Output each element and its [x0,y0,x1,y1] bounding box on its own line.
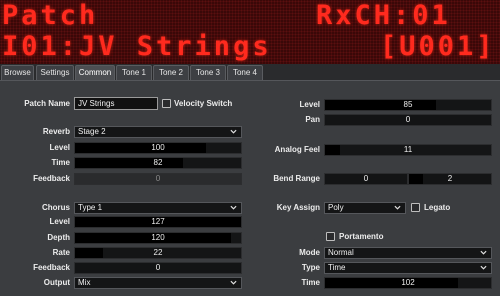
chorus-level-value: 127 [151,217,165,226]
pan-slider[interactable]: 0 [324,114,492,126]
tab-tone-1[interactable]: Tone 1 [116,65,152,80]
chevron-down-icon [230,129,237,134]
chorus-level-slider[interactable]: 127 [74,216,242,228]
reverb-feedback-value: 0 [155,174,161,183]
tab-common[interactable]: Common [75,65,115,80]
reverb-level-value: 100 [151,143,165,152]
bend-range-label: Bend Range [273,174,320,183]
analog-feel-label: Analog Feel [274,145,320,154]
chorus-rate-slider[interactable]: 22 [74,247,242,259]
key-assign-value: Poly [328,203,344,212]
reverb-type-select[interactable]: Stage 2 [74,126,242,138]
chorus-output-value: Mix [78,278,91,287]
patch-name-value: JV Strings [78,99,115,108]
chorus-level-label: Level [49,217,70,226]
level-value: 85 [403,100,413,109]
display-patch-number: [U001] [380,31,496,62]
chevron-down-icon [480,250,487,255]
chevron-down-icon [230,280,237,285]
portamento-type-select[interactable]: Time [324,262,492,274]
chorus-output-label: Output [43,278,70,287]
bend-range-up-field[interactable]: 2 [408,173,492,185]
tab-bar: Browse Settings Common Tone 1 Tone 2 Ton… [0,64,500,80]
mode-label: Mode [299,248,320,257]
level-label: Level [299,100,320,109]
bend-range-down-field[interactable]: 0 [324,173,408,185]
reverb-label: Reverb [42,127,70,136]
bend-range-down-value: 0 [363,174,369,183]
bend-range-up-value: 2 [447,174,453,183]
tab-settings[interactable]: Settings [36,65,74,80]
level-slider[interactable]: 85 [324,99,492,111]
patch-name-input[interactable]: JV Strings [74,97,158,110]
reverb-time-slider[interactable]: 82 [74,157,242,169]
reverb-type-value: Stage 2 [78,127,106,136]
tab-browse[interactable]: Browse [1,65,34,80]
reverb-feedback-slider[interactable]: 0 [74,173,242,185]
portamento-checkbox[interactable] [326,232,335,241]
tab-tone-4[interactable]: Tone 4 [227,65,263,80]
type-label: Type [301,263,320,272]
chorus-rate-label: Rate [52,248,70,257]
display-rx-channel: RxCH:01 [316,0,451,31]
chevron-down-icon [480,265,487,270]
chorus-feedback-value: 0 [155,263,161,272]
portamento-time-label: Time [301,278,320,287]
portamento-type-value: Time [328,263,346,272]
velocity-switch-label: Velocity Switch [174,99,233,108]
chorus-type-select[interactable]: Type 1 [74,202,242,214]
portamento-time-slider[interactable]: 102 [324,277,492,289]
tab-tone-3[interactable]: Tone 3 [190,65,226,80]
velocity-switch-checkbox[interactable] [162,99,171,108]
chorus-label: Chorus [42,203,70,212]
reverb-level-slider[interactable]: 100 [74,142,242,154]
chorus-depth-label: Depth [47,233,70,242]
chorus-feedback-label: Feedback [33,263,70,272]
reverb-time-label: Time [51,158,70,167]
chorus-output-select[interactable]: Mix [74,277,242,289]
chorus-rate-value: 22 [153,248,163,257]
portamento-mode-value: Normal [328,248,354,257]
analog-feel-slider[interactable]: 11 [324,144,492,156]
key-assign-select[interactable]: Poly [324,202,406,214]
chevron-down-icon [230,205,237,210]
chorus-depth-slider[interactable]: 120 [74,232,242,244]
chorus-type-value: Type 1 [78,203,103,212]
portamento-time-value: 102 [401,278,415,287]
chorus-depth-value: 120 [151,233,165,242]
legato-checkbox[interactable] [411,203,420,212]
key-assign-label: Key Assign [276,203,320,212]
pan-label: Pan [305,115,320,124]
pan-value: 0 [405,115,411,124]
chevron-down-icon [394,205,401,210]
legato-label: Legato [424,203,451,212]
led-display: Patch RxCH:01 I01:JV Strings [U001] [0,0,500,64]
chorus-feedback-slider[interactable]: 0 [74,262,242,274]
reverb-time-value: 82 [153,158,163,167]
display-mode-label: Patch [2,0,99,31]
patch-name-label: Patch Name [24,99,70,108]
reverb-feedback-label: Feedback [33,174,70,183]
display-patch-name: I01:JV Strings [2,31,272,62]
portamento-mode-select[interactable]: Normal [324,247,492,259]
analog-feel-value: 11 [403,145,413,154]
portamento-label: Portamento [339,232,384,241]
reverb-level-label: Level [49,143,70,152]
tab-tone-2[interactable]: Tone 2 [153,65,189,80]
